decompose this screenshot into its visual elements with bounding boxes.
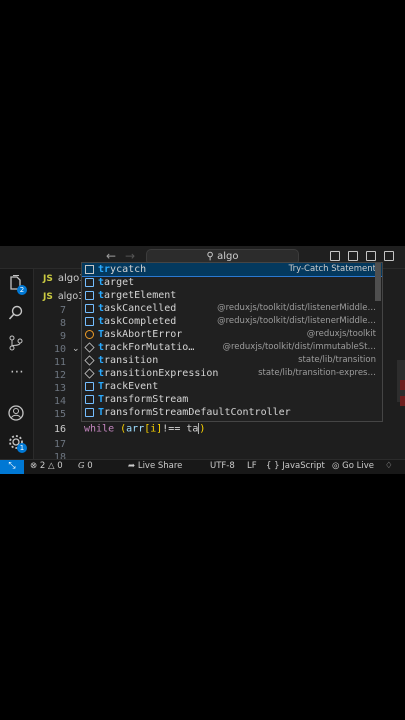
variable-icon	[85, 304, 94, 313]
line-number: 7	[59, 305, 66, 316]
line-number: 10	[53, 344, 66, 355]
search-icon: ⚲	[206, 251, 214, 262]
class-icon	[85, 330, 94, 339]
variable-icon	[85, 408, 94, 417]
explorer-icon[interactable]: 2	[8, 275, 27, 295]
toggle-sidebar-icon[interactable]	[330, 251, 340, 261]
suggestion-item[interactable]: transition state/lib/transition	[82, 354, 382, 367]
eol-indicator[interactable]: LF	[247, 460, 257, 473]
suggestion-detail: state/lib/transition	[298, 355, 376, 365]
status-bar: ⤡ ⊗ 2 △ 0 𝘎 0 ➦ Live Share UTF-8 LF { } …	[0, 459, 405, 474]
suggestion-item[interactable]: TaskAbortError @reduxjs/toolkit	[82, 328, 382, 341]
variable-icon	[85, 278, 94, 287]
suggestion-detail: Try-Catch Statement	[288, 264, 376, 274]
language-mode[interactable]: { } JavaScript	[266, 460, 325, 473]
line-number: 11	[53, 357, 66, 368]
variable-icon	[85, 291, 94, 300]
problems-indicator[interactable]: ⊗ 2 △ 0	[30, 460, 63, 473]
suggestion-item[interactable]: TransformStreamDefaultController	[82, 406, 382, 419]
live-share-icon: ➦	[128, 461, 136, 471]
line-number: 8	[59, 318, 66, 329]
suggestion-item-trycatch[interactable]: trycatch Try-Catch Statement	[82, 263, 382, 277]
suggestion-detail: @reduxjs/toolkit/dist/immutableSt…	[222, 342, 376, 352]
suggestion-item[interactable]: transitionExpression state/lib/transitio…	[82, 367, 382, 380]
suggestion-detail: @reduxjs/toolkit	[306, 329, 376, 339]
live-share-button[interactable]: ➦ Live Share	[128, 460, 182, 473]
js-file-icon: JS	[43, 274, 53, 284]
line-number: 9	[59, 331, 66, 342]
module-icon	[84, 368, 95, 379]
suggestion-item[interactable]: targetElement	[82, 289, 382, 302]
ports-indicator[interactable]: 𝘎 0	[78, 460, 93, 473]
code-line-16[interactable]: while (arr[i]!== ta)	[84, 423, 205, 435]
snippet-icon	[85, 265, 94, 274]
line-number: 17	[53, 439, 66, 450]
toggle-panel-icon[interactable]	[348, 251, 358, 261]
account-icon[interactable]	[8, 405, 26, 423]
forward-arrow-icon[interactable]: →	[125, 249, 135, 263]
module-icon	[84, 355, 95, 366]
back-arrow-icon[interactable]: ←	[106, 249, 116, 263]
go-live-button[interactable]: ◎ Go Live	[332, 460, 374, 473]
explorer-badge: 2	[17, 285, 27, 295]
line-number: 14	[53, 396, 66, 407]
customize-layout-icon[interactable]	[384, 251, 394, 261]
suggestion-detail: state/lib/transition-expres…	[258, 368, 376, 378]
source-control-icon[interactable]	[8, 335, 26, 353]
variable-icon	[85, 382, 94, 391]
line-number: 13	[53, 383, 66, 394]
search-text: algo	[217, 251, 239, 262]
encoding-indicator[interactable]: UTF-8	[210, 460, 235, 473]
line-number: 12	[53, 370, 66, 381]
toggle-secondary-sidebar-icon[interactable]	[366, 251, 376, 261]
suggestion-item[interactable]: taskCompleted @reduxjs/toolkit/dist/list…	[82, 315, 382, 328]
suggestion-item[interactable]: taskCancelled @reduxjs/toolkit/dist/list…	[82, 302, 382, 315]
error-marker	[400, 396, 405, 406]
search-icon[interactable]	[8, 305, 26, 323]
settings-badge: 1	[17, 443, 27, 453]
line-number: 15	[53, 409, 66, 420]
variable-icon	[85, 317, 94, 326]
module-icon	[84, 342, 95, 353]
broadcast-icon: ◎	[332, 461, 340, 471]
suggestion-item[interactable]: target	[82, 276, 382, 289]
suggestion-item[interactable]: TrackEvent	[82, 380, 382, 393]
suggestion-item[interactable]: TransformStream	[82, 393, 382, 406]
suggestion-detail: @reduxjs/toolkit/dist/listenerMiddle…	[217, 303, 376, 313]
suggestion-detail: @reduxjs/toolkit/dist/listenerMiddle…	[217, 316, 376, 326]
settings-gear-icon[interactable]: 1	[8, 434, 27, 453]
variable-icon	[85, 395, 94, 404]
remote-indicator-icon[interactable]: ⤡	[0, 460, 24, 474]
js-file-icon: JS	[43, 292, 53, 302]
suggestion-item[interactable]: trackForMutatio… @reduxjs/toolkit/dist/i…	[82, 341, 382, 354]
braces-icon: { }	[266, 461, 280, 471]
notifications-bell-icon[interactable]: ♢	[385, 460, 393, 473]
line-number-active: 16	[53, 424, 66, 435]
activity-bar: 2 ⋯ 1	[0, 269, 34, 460]
error-marker	[400, 380, 405, 390]
more-icon[interactable]: ⋯	[8, 364, 26, 382]
suggestion-widget[interactable]: trycatch Try-Catch Statement target targ…	[81, 262, 383, 422]
suggestion-scrollbar[interactable]	[375, 263, 381, 301]
fold-chevron-icon[interactable]: ⌄	[72, 344, 80, 354]
